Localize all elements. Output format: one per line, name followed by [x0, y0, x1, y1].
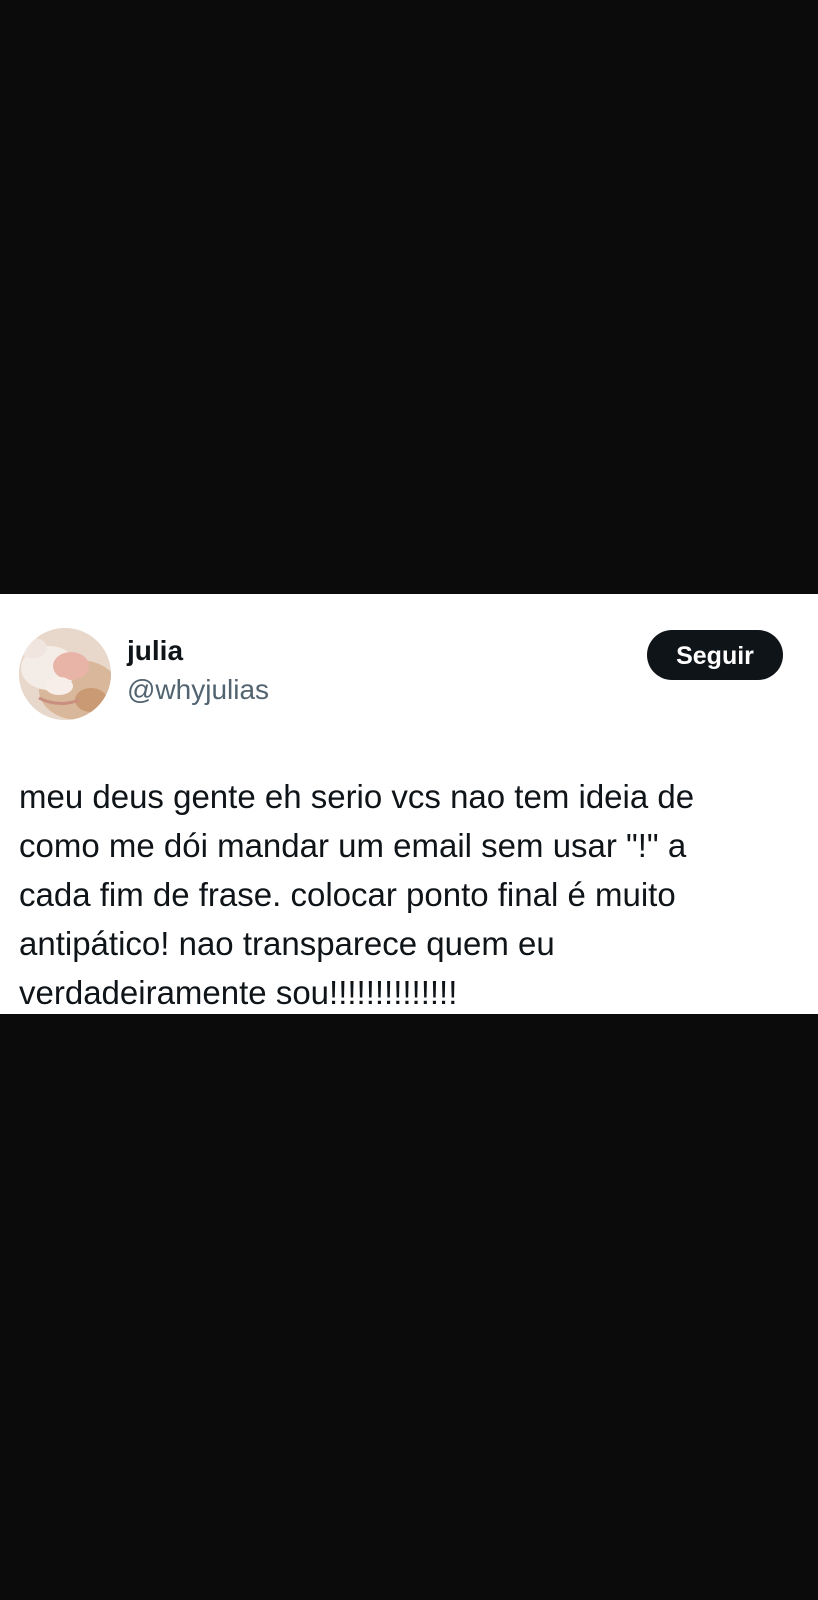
follow-button[interactable]: Seguir	[647, 630, 783, 680]
display-name[interactable]: julia	[127, 634, 269, 668]
tweet-text: meu deus gente eh serio vcs nao tem idei…	[19, 778, 695, 1011]
tweet-card: julia @whyjulias Seguir meu deus gente e…	[0, 594, 818, 1014]
top-black-area	[0, 0, 818, 594]
cat-photo-icon	[19, 628, 111, 720]
user-handle[interactable]: @whyjulias	[127, 673, 269, 707]
avatar[interactable]	[19, 628, 111, 720]
author-names: julia @whyjulias	[127, 634, 269, 707]
bottom-black-area	[0, 1014, 818, 1600]
